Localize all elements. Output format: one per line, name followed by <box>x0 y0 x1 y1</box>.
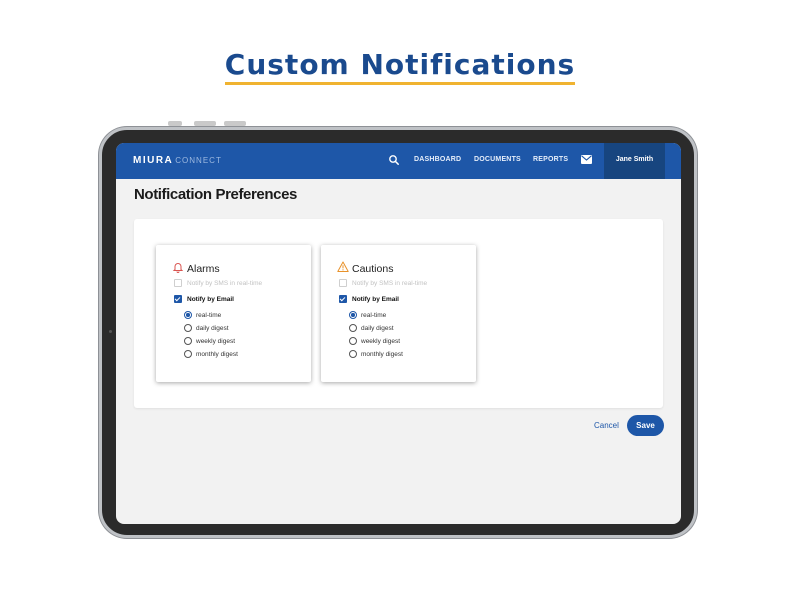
sms-checkbox <box>174 279 182 287</box>
sms-option: Notify by SMS in real-time <box>339 278 427 288</box>
radio-real-time[interactable]: real-time <box>184 310 221 320</box>
warning-icon <box>337 261 349 272</box>
email-label: Notify by Email <box>352 295 399 303</box>
brand-logo[interactable]: MIURA CONNECT <box>133 155 222 166</box>
app-header: MIURA CONNECT DASHBOARD DOCUMENTS REPORTS… <box>116 143 681 179</box>
radio-button[interactable] <box>349 350 357 358</box>
nav-dashboard[interactable]: DASHBOARD <box>414 156 461 163</box>
cancel-button[interactable]: Cancel <box>594 421 619 430</box>
radio-label: weekly digest <box>361 337 401 345</box>
radio-weekly-digest[interactable]: weekly digest <box>184 336 235 346</box>
cautions-card: Cautions Notify by SMS in real-time Noti… <box>321 245 476 382</box>
logo-subtext: CONNECT <box>175 156 222 165</box>
nav-documents[interactable]: DOCUMENTS <box>474 156 521 163</box>
preferences-panel: Alarms Notify by SMS in real-time Notify… <box>134 219 663 408</box>
email-checkbox[interactable] <box>339 295 347 303</box>
user-name: Jane Smith <box>615 156 654 163</box>
radio-label: weekly digest <box>196 337 236 345</box>
nav-reports[interactable]: REPORTS <box>533 156 568 163</box>
email-option[interactable]: Notify by Email <box>339 294 399 304</box>
page-title: Notification Preferences <box>134 186 297 203</box>
radio-daily-digest[interactable]: daily digest <box>184 323 229 333</box>
page-headline: Custom Notifications <box>0 48 800 85</box>
email-option[interactable]: Notify by Email <box>174 294 234 304</box>
save-button[interactable]: Save <box>627 415 664 436</box>
radio-label: real-time <box>361 311 387 319</box>
radio-daily-digest[interactable]: daily digest <box>349 323 394 333</box>
sms-option: Notify by SMS in real-time <box>174 278 262 288</box>
headline-text: Custom Notifications <box>224 48 576 85</box>
user-menu[interactable]: Jane Smith <box>604 143 665 179</box>
radio-label: monthly digest <box>196 350 238 358</box>
radio-button[interactable] <box>184 311 192 319</box>
radio-button[interactable] <box>349 324 357 332</box>
alarms-card: Alarms Notify by SMS in real-time Notify… <box>156 245 311 382</box>
sms-checkbox <box>339 279 347 287</box>
sms-label: Notify by SMS in real-time <box>352 279 428 287</box>
search-icon[interactable] <box>388 154 400 166</box>
logo-text: MIURA <box>133 155 174 166</box>
radio-button[interactable] <box>349 337 357 345</box>
radio-button[interactable] <box>184 337 192 345</box>
radio-monthly-digest[interactable]: monthly digest <box>184 349 238 359</box>
radio-button[interactable] <box>184 350 192 358</box>
tablet-screen: MIURA CONNECT DASHBOARD DOCUMENTS REPORTS… <box>116 143 681 524</box>
tablet-camera <box>109 330 112 333</box>
sms-label: Notify by SMS in real-time <box>187 279 263 287</box>
card-title: Alarms <box>187 263 220 275</box>
radio-label: daily digest <box>361 324 394 332</box>
radio-monthly-digest[interactable]: monthly digest <box>349 349 403 359</box>
bell-icon <box>172 263 184 273</box>
radio-label: real-time <box>196 311 222 319</box>
radio-real-time[interactable]: real-time <box>349 310 386 320</box>
radio-button[interactable] <box>184 324 192 332</box>
radio-weekly-digest[interactable]: weekly digest <box>349 336 400 346</box>
radio-label: monthly digest <box>361 350 403 358</box>
email-checkbox[interactable] <box>174 295 182 303</box>
radio-button[interactable] <box>349 311 357 319</box>
radio-label: daily digest <box>196 324 229 332</box>
card-title: Cautions <box>352 263 394 275</box>
mail-icon[interactable] <box>581 155 592 164</box>
email-label: Notify by Email <box>187 295 234 303</box>
